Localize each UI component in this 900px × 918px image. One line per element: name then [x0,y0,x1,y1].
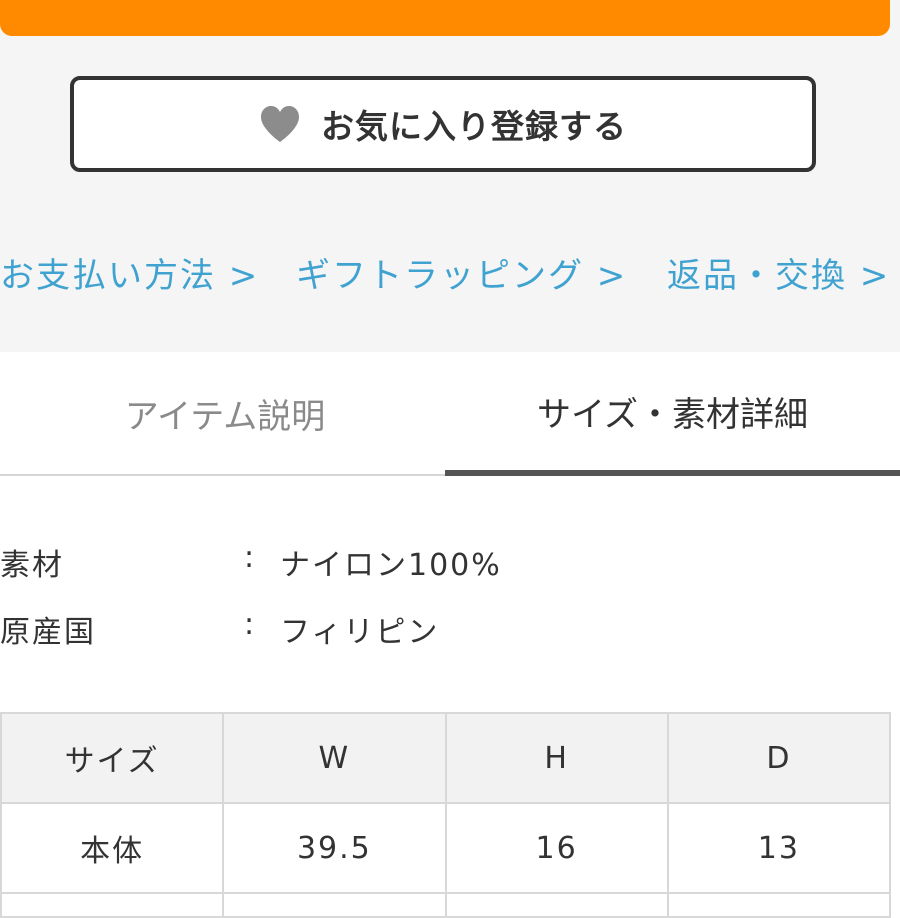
size-table-header: サイズ W H D [0,712,892,804]
spec-colon: : [244,607,257,642]
favorite-button-label: お気に入り登録する [321,107,627,146]
heart-icon [259,105,301,143]
info-links: お支払い方法 > ギフトラッピング > 返品・交換 > [0,248,900,296]
returns-exchange-link[interactable]: 返品・交換 > [667,248,890,297]
size-table-header-cell: D [666,712,892,804]
gift-wrapping-link[interactable]: ギフトラッピング > [296,248,627,297]
size-table-cell: 39.5 [222,802,447,894]
size-table-cell-empty [0,892,225,918]
size-table-cell-empty [222,892,447,918]
detail-tabs: アイテム説明 サイズ・素材詳細 [0,352,900,476]
size-table-header-cell: W [222,712,447,804]
spec-value: ナイロン100% [280,548,502,583]
table-row-cutoff [0,892,892,918]
tab-size-material[interactable]: サイズ・素材詳細 [445,352,900,476]
size-table-header-cell: H [444,712,669,804]
size-table-cell: 本体 [0,802,225,894]
size-table-cell: 16 [444,802,669,894]
spec-key: 原産国 [0,615,96,650]
spec-value: フィリピン [280,615,440,650]
size-table-cell-empty [666,892,892,918]
size-table: サイズ W H D 本体 39.5 16 13 [0,712,892,918]
favorite-button[interactable]: お気に入り登録する [70,76,816,172]
top-area: お気に入り登録する お支払い方法 > ギフトラッピング > 返品・交換 > [0,0,900,352]
spec-colon: : [244,540,257,575]
spec-key: 素材 [0,548,64,583]
size-table-cell: 13 [666,802,892,894]
add-to-cart-button[interactable] [0,0,890,36]
table-row: 本体 39.5 16 13 [0,802,892,894]
tab-item-description[interactable]: アイテム説明 [0,352,450,476]
size-table-header-cell: サイズ [0,712,225,804]
size-table-cell-empty [444,892,669,918]
payment-method-link[interactable]: お支払い方法 > [0,248,259,297]
